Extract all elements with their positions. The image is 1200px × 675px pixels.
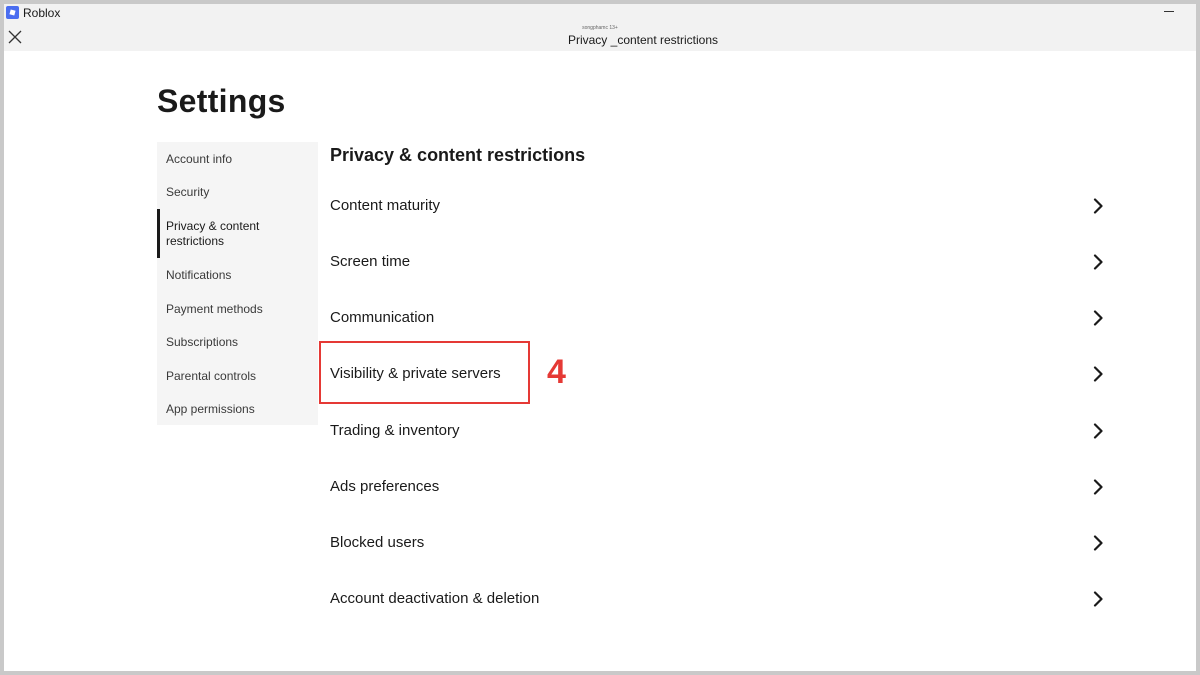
window-page-title: Privacy _content restrictions [567, 33, 719, 47]
chevron-right-icon [1092, 310, 1104, 326]
chevron-right-icon [1092, 479, 1104, 495]
chevron-right-icon [1092, 198, 1104, 214]
sidebar-item-account-info[interactable]: Account info [157, 152, 318, 167]
chevron-right-icon [1092, 423, 1104, 439]
option-communication[interactable]: Communication [330, 298, 1106, 338]
option-label: Blocked users [330, 534, 425, 551]
sidebar-item-notifications[interactable]: Notifications [157, 268, 318, 283]
sidebar-item-payment-methods[interactable]: Payment methods [157, 302, 318, 317]
option-account-deactivation-deletion[interactable]: Account deactivation & deletion [330, 579, 1106, 619]
sidebar-item-security[interactable]: Security [157, 185, 318, 200]
chevron-right-icon [1092, 254, 1104, 270]
chevron-right-icon [1092, 591, 1104, 607]
minimize-icon[interactable] [1164, 4, 1176, 18]
chevron-right-icon [1092, 366, 1104, 382]
option-label: Ads preferences [330, 478, 440, 495]
sidebar-item-label: Notifications [166, 268, 232, 282]
sidebar-item-label: Privacy & content restrictions [166, 219, 260, 248]
sidebar-item-label: Parental controls [166, 369, 257, 383]
option-label: Content maturity [330, 197, 441, 214]
option-trading-inventory[interactable]: Trading & inventory [330, 411, 1106, 451]
title-bar: Roblox songphamc 13+ Privacy _content re… [4, 4, 1196, 51]
option-blocked-users[interactable]: Blocked users [330, 523, 1106, 563]
option-screen-time[interactable]: Screen time [330, 242, 1106, 282]
app-window: Roblox songphamc 13+ Privacy _content re… [4, 4, 1196, 671]
sidebar-item-privacy[interactable]: Privacy & content restrictions [157, 209, 318, 258]
sidebar-item-label: Account info [166, 152, 233, 166]
roblox-logo-icon [6, 6, 19, 19]
chevron-right-icon [1092, 535, 1104, 551]
highlight-box [319, 341, 530, 404]
sidebar-item-subscriptions[interactable]: Subscriptions [157, 335, 318, 350]
option-label: Account deactivation & deletion [330, 590, 540, 607]
sidebar-item-label: Payment methods [166, 302, 263, 316]
page-title: Settings [157, 83, 286, 119]
option-label: Trading & inventory [330, 422, 460, 439]
section-title: Privacy & content restrictions [330, 145, 586, 165]
option-content-maturity[interactable]: Content maturity [330, 186, 1106, 226]
settings-sidebar: Account info Security Privacy & content … [157, 142, 318, 425]
option-label: Communication [330, 309, 435, 326]
option-ads-preferences[interactable]: Ads preferences [330, 467, 1106, 507]
sidebar-item-app-permissions[interactable]: App permissions [157, 402, 318, 417]
option-label: Screen time [330, 253, 411, 270]
app-name: Roblox [23, 6, 61, 20]
sidebar-item-label: Subscriptions [166, 335, 239, 349]
username-label: songphamc 13+ [582, 25, 618, 31]
sidebar-item-label: App permissions [166, 402, 255, 416]
step-number-annotation: 4 [547, 353, 566, 391]
sidebar-item-parental-controls[interactable]: Parental controls [157, 369, 318, 384]
sidebar-item-label: Security [166, 185, 210, 199]
